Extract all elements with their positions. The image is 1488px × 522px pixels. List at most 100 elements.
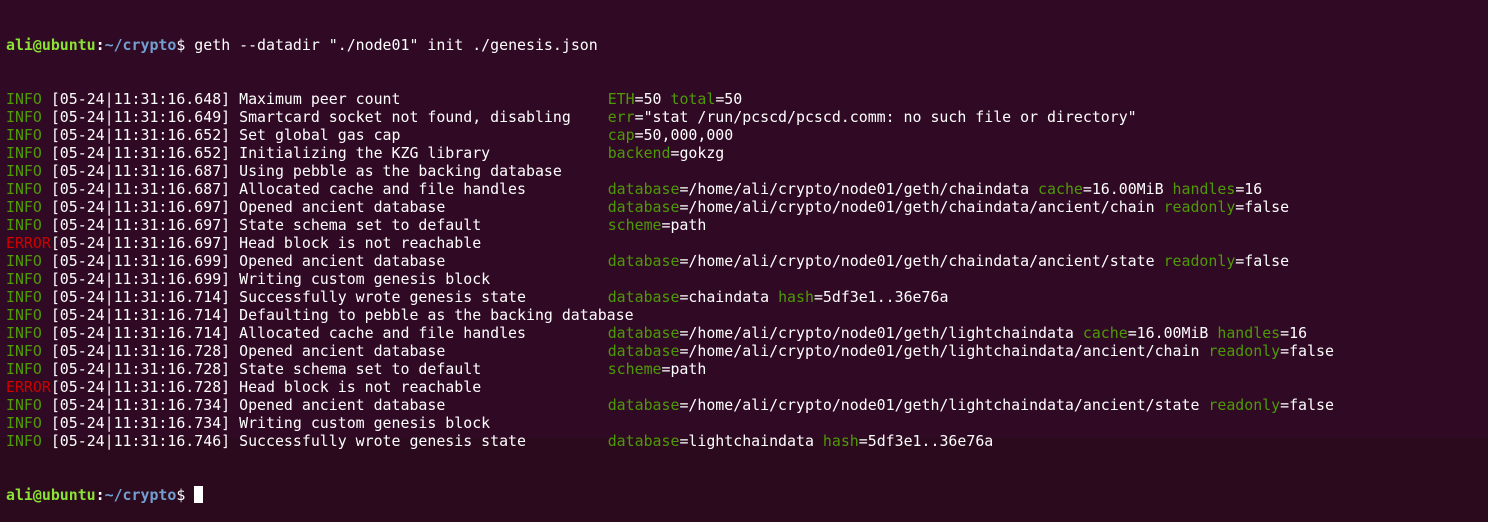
log-field-value: 16 bbox=[1244, 180, 1263, 198]
log-message: State schema set to default bbox=[239, 360, 482, 378]
log-line: INFO [05-24|11:31:16.746] Successfully w… bbox=[6, 432, 994, 450]
log-message: Opened ancient database bbox=[239, 198, 446, 216]
log-line: INFO [05-24|11:31:16.734] Opened ancient… bbox=[6, 396, 1334, 414]
log-field-key: ETH bbox=[607, 90, 635, 108]
log-level: INFO bbox=[6, 108, 51, 126]
log-message: Maximum peer count bbox=[239, 90, 401, 108]
log-line: INFO [05-24|11:31:16.697] State schema s… bbox=[6, 216, 707, 234]
log-field-value: 16 bbox=[1289, 324, 1308, 342]
log-timestamp: [05-24|11:31:16.714] bbox=[50, 324, 231, 342]
log-message: Allocated cache and file handles bbox=[239, 324, 526, 342]
log-line: INFO [05-24|11:31:16.687] Using pebble a… bbox=[6, 162, 1488, 180]
log-field-value: 50,000,000 bbox=[643, 126, 734, 144]
log-field-value: /home/ali/crypto/node01/geth/lightchaind… bbox=[688, 396, 1200, 414]
log-output: INFO [05-24|11:31:16.648] Maximum peer c… bbox=[6, 90, 1488, 450]
log-timestamp: [05-24|11:31:16.746] bbox=[50, 432, 231, 450]
prompt-user-host: ali@ubuntu bbox=[6, 486, 96, 504]
log-timestamp: [05-24|11:31:16.687] bbox=[50, 162, 231, 180]
log-field-value: false bbox=[1289, 342, 1334, 360]
log-field-value: 5df3e1..36e76a bbox=[822, 288, 949, 306]
log-field-value: 50 bbox=[724, 90, 743, 108]
log-field-key: database bbox=[607, 432, 680, 450]
log-field-key: database bbox=[607, 180, 680, 198]
log-message: State schema set to default bbox=[239, 216, 482, 234]
log-field-value: false bbox=[1289, 396, 1334, 414]
log-field-key: database bbox=[607, 396, 680, 414]
log-level: INFO bbox=[6, 216, 51, 234]
log-level: INFO bbox=[6, 270, 51, 288]
log-timestamp: [05-24|11:31:16.699] bbox=[50, 252, 231, 270]
log-field-value: path bbox=[670, 216, 707, 234]
log-field-key: database bbox=[607, 288, 680, 306]
log-level: ERROR bbox=[6, 378, 51, 396]
log-field-value: false bbox=[1244, 252, 1290, 270]
log-field-key: cache bbox=[1038, 180, 1083, 198]
log-line: INFO [05-24|11:31:16.734] Writing custom… bbox=[6, 414, 1488, 432]
log-field-key: database bbox=[607, 324, 680, 342]
log-message: Successfully wrote genesis state bbox=[239, 432, 526, 450]
log-line: INFO [05-24|11:31:16.728] Opened ancient… bbox=[6, 342, 1334, 360]
log-field-value: lightchaindata bbox=[688, 432, 814, 450]
log-line: INFO [05-24|11:31:16.649] Smartcard sock… bbox=[6, 108, 1137, 126]
log-field-value: "stat /run/pcscd/pcscd.comm: no such fil… bbox=[643, 108, 1137, 126]
log-line: INFO [05-24|11:31:16.714] Allocated cach… bbox=[6, 324, 1308, 342]
log-field-value: 5df3e1..36e76a bbox=[867, 432, 994, 450]
log-level: INFO bbox=[6, 162, 51, 180]
log-message: Using pebble as the backing database bbox=[239, 162, 562, 180]
log-message: Writing custom genesis block bbox=[239, 270, 491, 288]
log-timestamp: [05-24|11:31:16.697] bbox=[50, 216, 231, 234]
log-message: Opened ancient database bbox=[239, 396, 446, 414]
log-timestamp: [05-24|11:31:16.734] bbox=[50, 414, 231, 432]
log-level: INFO bbox=[6, 360, 51, 378]
log-level: INFO bbox=[6, 342, 51, 360]
log-field-key: readonly bbox=[1208, 396, 1281, 414]
log-line: INFO [05-24|11:31:16.714] Successfully w… bbox=[6, 288, 949, 306]
current-prompt-line[interactable]: ali@ubuntu:~/crypto$ bbox=[6, 486, 1488, 504]
log-level: INFO bbox=[6, 396, 51, 414]
log-timestamp: [05-24|11:31:16.687] bbox=[50, 180, 231, 198]
log-field-value: gokzg bbox=[679, 144, 725, 162]
log-field-key: hash bbox=[778, 288, 814, 306]
log-timestamp: [05-24|11:31:16.652] bbox=[50, 126, 231, 144]
log-field-key: backend bbox=[607, 144, 671, 162]
log-message: Head block is not reachable bbox=[239, 234, 482, 252]
log-field-key: handles bbox=[1217, 324, 1281, 342]
log-field-value: /home/ali/crypto/node01/geth/chaindata/a… bbox=[688, 252, 1155, 270]
log-message: Defaulting to pebble as the backing data… bbox=[239, 306, 634, 324]
log-field-key: database bbox=[607, 198, 680, 216]
log-field-value: 16.00MiB bbox=[1091, 180, 1164, 198]
log-line: INFO [05-24|11:31:16.714] Defaulting to … bbox=[6, 306, 1488, 324]
log-line: ERROR[05-24|11:31:16.728] Head block is … bbox=[6, 378, 1488, 396]
log-field-key: cache bbox=[1082, 324, 1128, 342]
text-cursor[interactable] bbox=[194, 486, 204, 503]
log-timestamp: [05-24|11:31:16.697] bbox=[50, 234, 231, 252]
log-field-key: database bbox=[607, 342, 680, 360]
log-field-key: cap bbox=[607, 126, 635, 144]
log-level: INFO bbox=[6, 414, 51, 432]
log-field-key: scheme bbox=[607, 216, 662, 234]
log-field-key: database bbox=[607, 252, 680, 270]
log-timestamp: [05-24|11:31:16.699] bbox=[50, 270, 231, 288]
log-line: INFO [05-24|11:31:16.652] Set global gas… bbox=[6, 126, 734, 144]
log-field-key: readonly bbox=[1163, 198, 1236, 216]
log-line: INFO [05-24|11:31:16.697] Opened ancient… bbox=[6, 198, 1290, 216]
log-field-value: chaindata bbox=[688, 288, 770, 306]
log-field-value: /home/ali/crypto/node01/geth/lightchaind… bbox=[688, 324, 1074, 342]
log-level: INFO bbox=[6, 432, 51, 450]
log-level: INFO bbox=[6, 306, 51, 324]
log-field-key: hash bbox=[822, 432, 859, 450]
log-field-value: path bbox=[670, 360, 707, 378]
log-message: Initializing the KZG library bbox=[239, 144, 491, 162]
log-field-key: readonly bbox=[1163, 252, 1236, 270]
log-field-value: 50 bbox=[643, 90, 662, 108]
log-field-key: err bbox=[607, 108, 635, 126]
log-field-key: total bbox=[670, 90, 716, 108]
log-level: ERROR bbox=[6, 234, 51, 252]
log-message: Writing custom genesis block bbox=[239, 414, 491, 432]
prompt-path: ~/crypto bbox=[104, 486, 177, 504]
prompt-dollar: $ bbox=[176, 486, 195, 504]
log-message: Head block is not reachable bbox=[239, 378, 482, 396]
terminal-window[interactable]: ali@ubuntu:~/crypto$ geth --datadir "./n… bbox=[0, 0, 1488, 504]
log-line: INFO [05-24|11:31:16.699] Writing custom… bbox=[6, 270, 1488, 288]
log-field-value: /home/ali/crypto/node01/geth/lightchaind… bbox=[688, 342, 1200, 360]
